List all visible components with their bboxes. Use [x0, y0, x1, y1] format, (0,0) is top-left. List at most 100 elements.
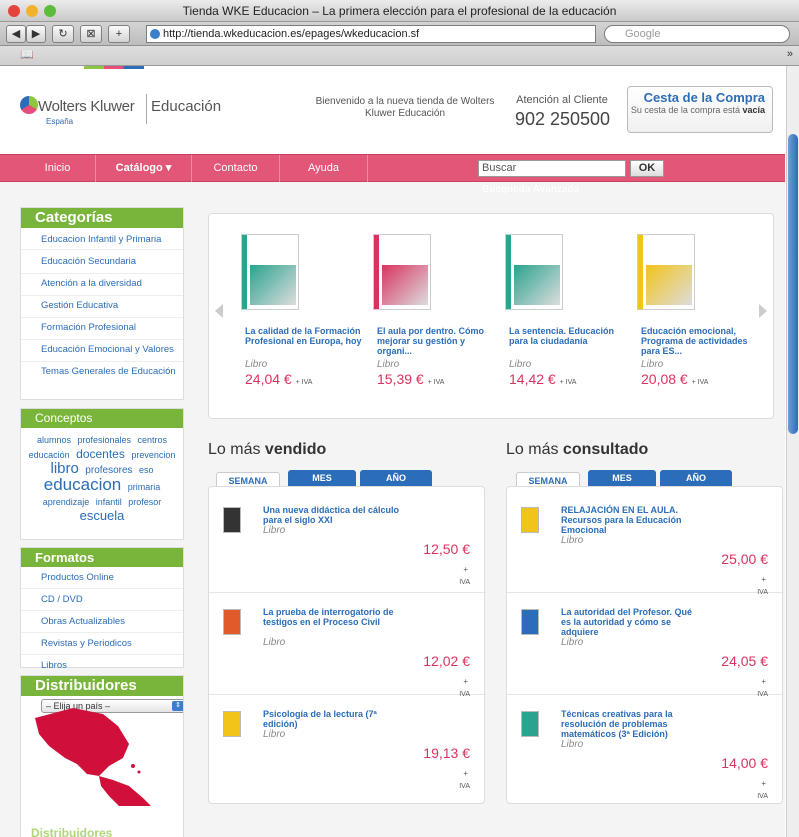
tag-link[interactable]: centros: [137, 435, 167, 445]
nav-inicio[interactable]: Inicio: [20, 155, 96, 182]
zoom-window-button[interactable]: [44, 5, 56, 17]
main-navigation: Inicio Catálogo ▾ Contacto Ayuda Buscar …: [0, 154, 785, 182]
book-cover-image[interactable]: [373, 234, 431, 310]
cover-band: [638, 235, 643, 309]
back-button[interactable]: ◀: [6, 25, 26, 43]
tag-link[interactable]: educación: [29, 450, 70, 460]
book-icon[interactable]: 📖: [20, 48, 34, 61]
browser-search-field[interactable]: Google: [604, 25, 790, 43]
nav-ayuda[interactable]: Ayuda: [280, 155, 368, 182]
tag-link[interactable]: profesionales: [77, 435, 131, 445]
minimize-window-button[interactable]: [26, 5, 38, 17]
format-link[interactable]: Obras Actualizables: [21, 611, 183, 633]
product-type: Libro: [641, 359, 664, 370]
bookmarks-bar: 📖 »: [0, 46, 799, 66]
book-cover-image[interactable]: [241, 234, 299, 310]
list-item[interactable]: La prueba de interrogatorio de testigos …: [209, 595, 486, 698]
heading-bold: vendido: [264, 441, 327, 458]
item-title[interactable]: La prueba de interrogatorio de testigos …: [263, 607, 403, 627]
logo-name[interactable]: Wolters Kluwer: [38, 98, 135, 115]
americas-map[interactable]: [33, 706, 183, 806]
category-link[interactable]: Educación Secundaria: [21, 250, 183, 274]
advanced-search-link[interactable]: Búsqueda Avanzada: [482, 184, 579, 195]
product-title[interactable]: El aula por dentro. Cómo mejorar su gest…: [377, 326, 495, 356]
bestsellers-heading: Lo más vendido: [208, 441, 326, 459]
mostviewed-tabs: SEMANA MES AÑO: [516, 470, 736, 488]
tag-link[interactable]: educacion: [44, 475, 122, 494]
item-title[interactable]: RELAJACIÓN EN EL AULA. Recursos para la …: [561, 505, 701, 535]
tab-mes[interactable]: MES: [288, 470, 356, 486]
list-item[interactable]: Psicología de la lectura (7ª edición) Lib…: [209, 697, 486, 797]
tag-link[interactable]: infantil: [96, 497, 122, 507]
forward-button[interactable]: ▶: [26, 25, 46, 43]
close-window-button[interactable]: [8, 5, 20, 17]
book-thumbnail[interactable]: [521, 711, 539, 737]
nav-catalogo[interactable]: Catálogo ▾: [96, 155, 192, 182]
category-link[interactable]: Gestión Educativa: [21, 296, 183, 318]
product-title[interactable]: La sentencia. Educación para la ciudadan…: [509, 326, 627, 346]
book-thumbnail[interactable]: [223, 609, 241, 635]
book-thumbnail[interactable]: [521, 609, 539, 635]
item-title[interactable]: Una nueva didáctica del cálculo para el …: [263, 505, 403, 525]
tag-link[interactable]: escuela: [80, 508, 125, 523]
list-item[interactable]: Una nueva didáctica del cálculo para el …: [209, 493, 486, 593]
vertical-scrollbar[interactable]: [786, 66, 799, 837]
category-link[interactable]: Atención a la diversidad: [21, 274, 183, 296]
tag-link[interactable]: profesor: [128, 497, 161, 507]
reload-button[interactable]: ↻: [52, 25, 74, 43]
product-price: 15,39 € + IVA: [377, 371, 444, 387]
search-ok-button[interactable]: OK: [630, 160, 664, 177]
format-link[interactable]: CD / DVD: [21, 589, 183, 611]
overflow-chevron-icon[interactable]: »: [787, 48, 793, 60]
category-link[interactable]: Formación Profesional: [21, 318, 183, 340]
cart-title[interactable]: Cesta de la Compra: [628, 90, 765, 105]
tab-mes[interactable]: MES: [588, 470, 656, 486]
product-title[interactable]: La calidad de la Formación Profesional e…: [245, 326, 363, 346]
shopping-cart-box[interactable]: Cesta de la Compra Su cesta de la compra…: [627, 86, 773, 133]
book-cover-image[interactable]: [637, 234, 695, 310]
tag-link[interactable]: prevencion: [131, 450, 175, 460]
list-item[interactable]: RELAJACIÓN EN EL AULA. Recursos para la …: [507, 493, 784, 596]
format-link[interactable]: Revistas y Periodicos: [21, 633, 183, 655]
item-title[interactable]: Técnicas creativas para la resolución de…: [561, 709, 701, 739]
item-title[interactable]: Psicología de la lectura (7ª edición): [263, 709, 403, 729]
scrollbar-thumb[interactable]: [788, 134, 798, 434]
snapback-icon[interactable]: ⊠: [80, 25, 102, 43]
category-link[interactable]: Temas Generales de Educación: [21, 362, 183, 381]
item-iva: IVA: [459, 783, 470, 790]
item-title[interactable]: La autoridad del Profesor. Qué es la aut…: [561, 607, 701, 637]
address-bar[interactable]: http://tienda.wkeducacion.es/epages/wked…: [146, 25, 596, 43]
format-link[interactable]: Productos Online: [21, 567, 183, 589]
nav-contacto[interactable]: Contacto: [192, 155, 280, 182]
book-thumbnail[interactable]: [223, 507, 241, 533]
book-thumbnail[interactable]: [223, 711, 241, 737]
wolters-kluwer-logo-icon[interactable]: [20, 96, 38, 114]
tab-ano[interactable]: AÑO: [360, 470, 432, 486]
site-search-input[interactable]: Buscar: [478, 160, 626, 177]
site-globe-icon: [150, 29, 160, 39]
format-link[interactable]: Libros: [21, 655, 183, 676]
cart-subtitle: Su cesta de la compra está: [630, 105, 740, 115]
add-bookmark-button[interactable]: +: [108, 25, 130, 43]
carousel-next-arrow-icon[interactable]: [759, 304, 767, 318]
item-type: Libro: [263, 525, 286, 536]
item-price: 12,02 €: [423, 653, 470, 669]
web-page: Wolters Kluwer Educación España Bienveni…: [0, 66, 785, 837]
carousel-prev-arrow-icon[interactable]: [215, 304, 223, 318]
tag-link[interactable]: docentes: [76, 447, 125, 461]
book-thumbnail[interactable]: [521, 507, 539, 533]
product-title[interactable]: Educación emocional, Programa de activid…: [641, 326, 759, 356]
customer-service-phone: 902 250500: [514, 109, 611, 129]
item-type: Libro: [561, 535, 584, 546]
tab-ano[interactable]: AÑO: [660, 470, 732, 486]
tag-link[interactable]: alumnos: [37, 435, 71, 445]
tag-link[interactable]: eso: [139, 465, 154, 475]
cover-photo: [646, 265, 692, 305]
tag-link[interactable]: aprendizaje: [43, 497, 90, 507]
book-cover-image[interactable]: [505, 234, 563, 310]
category-link[interactable]: Educacion Infantil y Primaria: [21, 228, 183, 250]
category-link[interactable]: Educación Emocional y Valores: [21, 340, 183, 362]
tag-link[interactable]: primaria: [128, 482, 161, 492]
list-item[interactable]: La autoridad del Profesor. Qué es la aut…: [507, 595, 784, 698]
list-item[interactable]: Técnicas creativas para la resolución de…: [507, 697, 784, 800]
